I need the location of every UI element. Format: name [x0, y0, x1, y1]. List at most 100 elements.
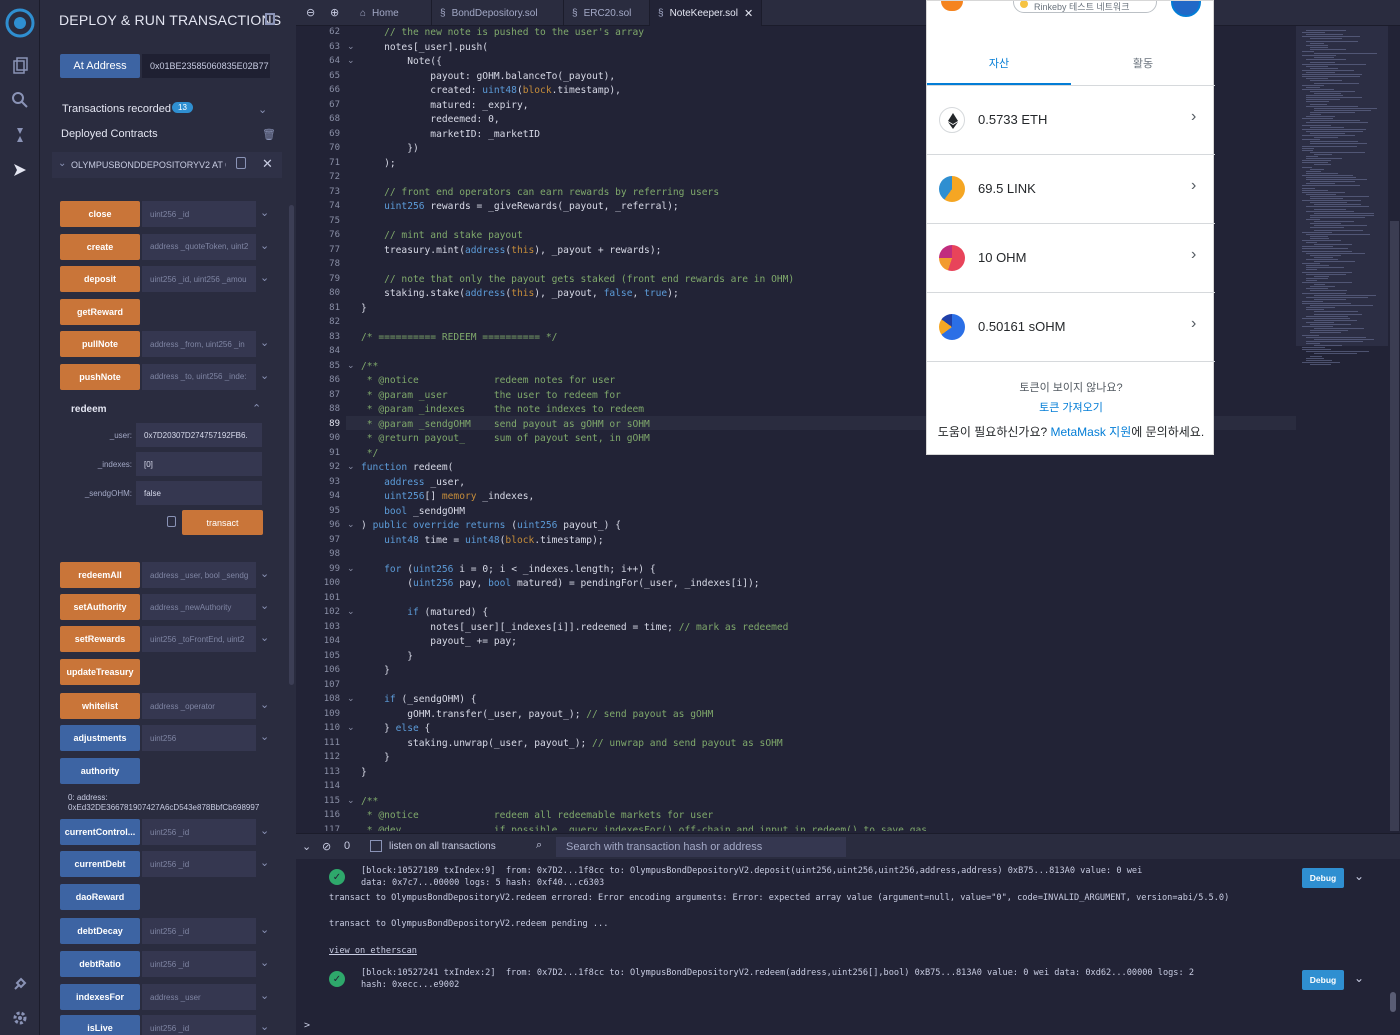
panel-docs-icon[interactable]: [265, 13, 275, 25]
function-button[interactable]: close: [60, 201, 140, 227]
fold-chevron-icon[interactable]: ⌄: [347, 722, 355, 733]
fold-chevron-icon[interactable]: ⌄: [347, 606, 355, 617]
clear-console-icon[interactable]: ⊘: [322, 840, 331, 853]
file-explorer-icon[interactable]: [8, 53, 32, 77]
trash-icon[interactable]: 🗑: [262, 128, 276, 141]
fold-chevron-icon[interactable]: ⌄: [347, 519, 355, 530]
function-param-input[interactable]: address _from, uint256 _in: [142, 331, 256, 357]
function-param-input[interactable]: uint256 _id: [142, 918, 256, 944]
function-param-input[interactable]: uint256 _id: [142, 201, 256, 227]
chevron-down-icon[interactable]: ⌄: [260, 369, 269, 382]
deploy-run-icon[interactable]: [8, 158, 32, 182]
view-on-etherscan-link[interactable]: view on etherscan: [329, 946, 417, 956]
chevron-down-icon[interactable]: ⌄: [260, 206, 269, 219]
chevron-down-icon[interactable]: ⌄: [260, 923, 269, 936]
function-button[interactable]: debtDecay: [60, 918, 140, 944]
chevron-down-icon[interactable]: ⌄: [260, 1020, 269, 1033]
asset-row-ohm[interactable]: 10 OHM ›: [927, 224, 1215, 293]
function-param-input[interactable]: uint256 _id: [142, 1015, 256, 1035]
chevron-down-icon[interactable]: ⌄: [302, 840, 311, 853]
debug-button[interactable]: Debug: [1302, 868, 1344, 888]
chevron-down-icon[interactable]: ⌄: [260, 698, 269, 711]
asset-row-link[interactable]: 69.5 LINK ›: [927, 155, 1215, 224]
function-button[interactable]: daoReward: [60, 884, 140, 910]
chevron-down-icon[interactable]: ⌄: [260, 989, 269, 1002]
asset-row-eth[interactable]: 0.5733 ETH ›: [927, 86, 1215, 155]
transact-button[interactable]: transact: [182, 510, 263, 535]
editor-scrollbar[interactable]: [1389, 26, 1400, 831]
at-address-button[interactable]: At Address: [60, 54, 140, 78]
tab-erc20[interactable]: § ERC20.sol: [564, 0, 650, 26]
function-param-input[interactable]: address _newAuthority: [142, 594, 256, 620]
chevron-down-icon[interactable]: ⌄: [260, 336, 269, 349]
function-button[interactable]: indexesFor: [60, 984, 140, 1010]
account-avatar[interactable]: [1171, 1, 1201, 17]
tab-activity[interactable]: 활동: [1071, 55, 1215, 71]
function-param-input[interactable]: address _operator: [142, 693, 256, 719]
param-input-sendgohm[interactable]: false: [136, 481, 262, 505]
fold-chevron-icon[interactable]: ⌄: [347, 360, 355, 371]
function-param-input[interactable]: uint256 _toFrontEnd, uint2: [142, 626, 256, 652]
function-param-input[interactable]: uint256: [142, 725, 256, 751]
fold-chevron-icon[interactable]: ⌄: [347, 55, 355, 66]
settings-gear-icon[interactable]: [8, 1006, 32, 1030]
minimap[interactable]: [1296, 26, 1388, 831]
zoom-in-icon[interactable]: ⊕: [330, 6, 339, 19]
function-button[interactable]: currentControl...: [60, 819, 140, 845]
function-button[interactable]: currentDebt: [60, 851, 140, 877]
chevron-down-icon[interactable]: ⌄: [260, 239, 269, 252]
chevron-down-icon[interactable]: ⌄: [1354, 869, 1364, 883]
chevron-down-icon[interactable]: ⌄: [260, 856, 269, 869]
fold-chevron-icon[interactable]: ⌄: [347, 693, 355, 704]
function-param-input[interactable]: uint256 _id: [142, 819, 256, 845]
function-param-input[interactable]: address _quoteToken, uint2: [142, 233, 256, 260]
param-input-user[interactable]: 0x7D20307D274757192FB6.: [136, 423, 262, 447]
chevron-down-icon[interactable]: ⌄: [260, 567, 269, 580]
debug-button[interactable]: Debug: [1302, 970, 1344, 990]
at-address-input[interactable]: 0x01BE23585060835E02B77: [142, 54, 270, 78]
tab-bonddepository[interactable]: § BondDepository.sol: [432, 0, 564, 26]
close-icon[interactable]: ✕: [262, 156, 273, 172]
chevron-down-icon[interactable]: ⌄: [58, 158, 66, 169]
chevron-down-icon[interactable]: ⌄: [260, 824, 269, 837]
search-icon[interactable]: [8, 88, 32, 112]
tab-home[interactable]: ⌂ Home: [352, 0, 432, 26]
listen-checkbox[interactable]: [370, 840, 382, 852]
transactions-recorded-label[interactable]: Transactions recorded: [62, 103, 171, 115]
panel-scrollbar[interactable]: [289, 205, 294, 685]
function-param-input[interactable]: address _user: [142, 984, 256, 1010]
function-button[interactable]: redeemAll: [60, 562, 140, 588]
metamask-support-link[interactable]: MetaMask 지원: [1051, 425, 1132, 439]
function-button[interactable]: pullNote: [60, 331, 140, 357]
fold-chevron-icon[interactable]: ⌄: [347, 795, 355, 806]
remix-logo-icon[interactable]: [5, 8, 35, 38]
chevron-up-icon[interactable]: ⌃: [252, 402, 261, 415]
function-param-input[interactable]: uint256 _id: [142, 951, 256, 977]
function-param-input[interactable]: address _user, bool _sendg: [142, 562, 256, 588]
function-button[interactable]: create: [60, 233, 140, 260]
chevron-down-icon[interactable]: ⌄: [260, 730, 269, 743]
function-button[interactable]: getReward: [60, 298, 140, 325]
function-button[interactable]: setAuthority: [60, 594, 140, 620]
chevron-down-icon[interactable]: ⌄: [260, 956, 269, 969]
function-param-input[interactable]: uint256 _id: [142, 851, 256, 877]
copy-icon[interactable]: [236, 157, 246, 169]
zoom-out-icon[interactable]: ⊖: [306, 6, 315, 19]
terminal-search-input[interactable]: Search with transaction hash or address: [556, 837, 846, 857]
asset-row-sohm[interactable]: 0.50161 sOHM ›: [927, 293, 1215, 362]
chevron-down-icon[interactable]: ⌄: [260, 599, 269, 612]
function-param-input[interactable]: address _to, uint256 _inde:: [142, 363, 256, 390]
solidity-compiler-icon[interactable]: [8, 123, 32, 147]
contract-instance-header[interactable]: ⌄ OLYMPUSBONDDEPOSITORYV2 AT 0 ✕: [52, 152, 282, 178]
function-button[interactable]: whitelist: [60, 693, 140, 719]
fold-chevron-icon[interactable]: ⌄: [347, 461, 355, 472]
tab-assets[interactable]: 자산: [927, 55, 1071, 71]
function-button[interactable]: isLive: [60, 1015, 140, 1035]
function-button[interactable]: updateTreasury: [60, 659, 140, 685]
function-button[interactable]: deposit: [60, 266, 140, 292]
editor-scrollbar-thumb[interactable]: [1390, 221, 1399, 831]
chevron-down-icon[interactable]: ⌄: [260, 271, 269, 284]
fold-chevron-icon[interactable]: ⌄: [347, 41, 355, 52]
function-button[interactable]: setRewards: [60, 626, 140, 652]
tab-notekeeper[interactable]: § NoteKeeper.sol ✕: [650, 0, 762, 26]
